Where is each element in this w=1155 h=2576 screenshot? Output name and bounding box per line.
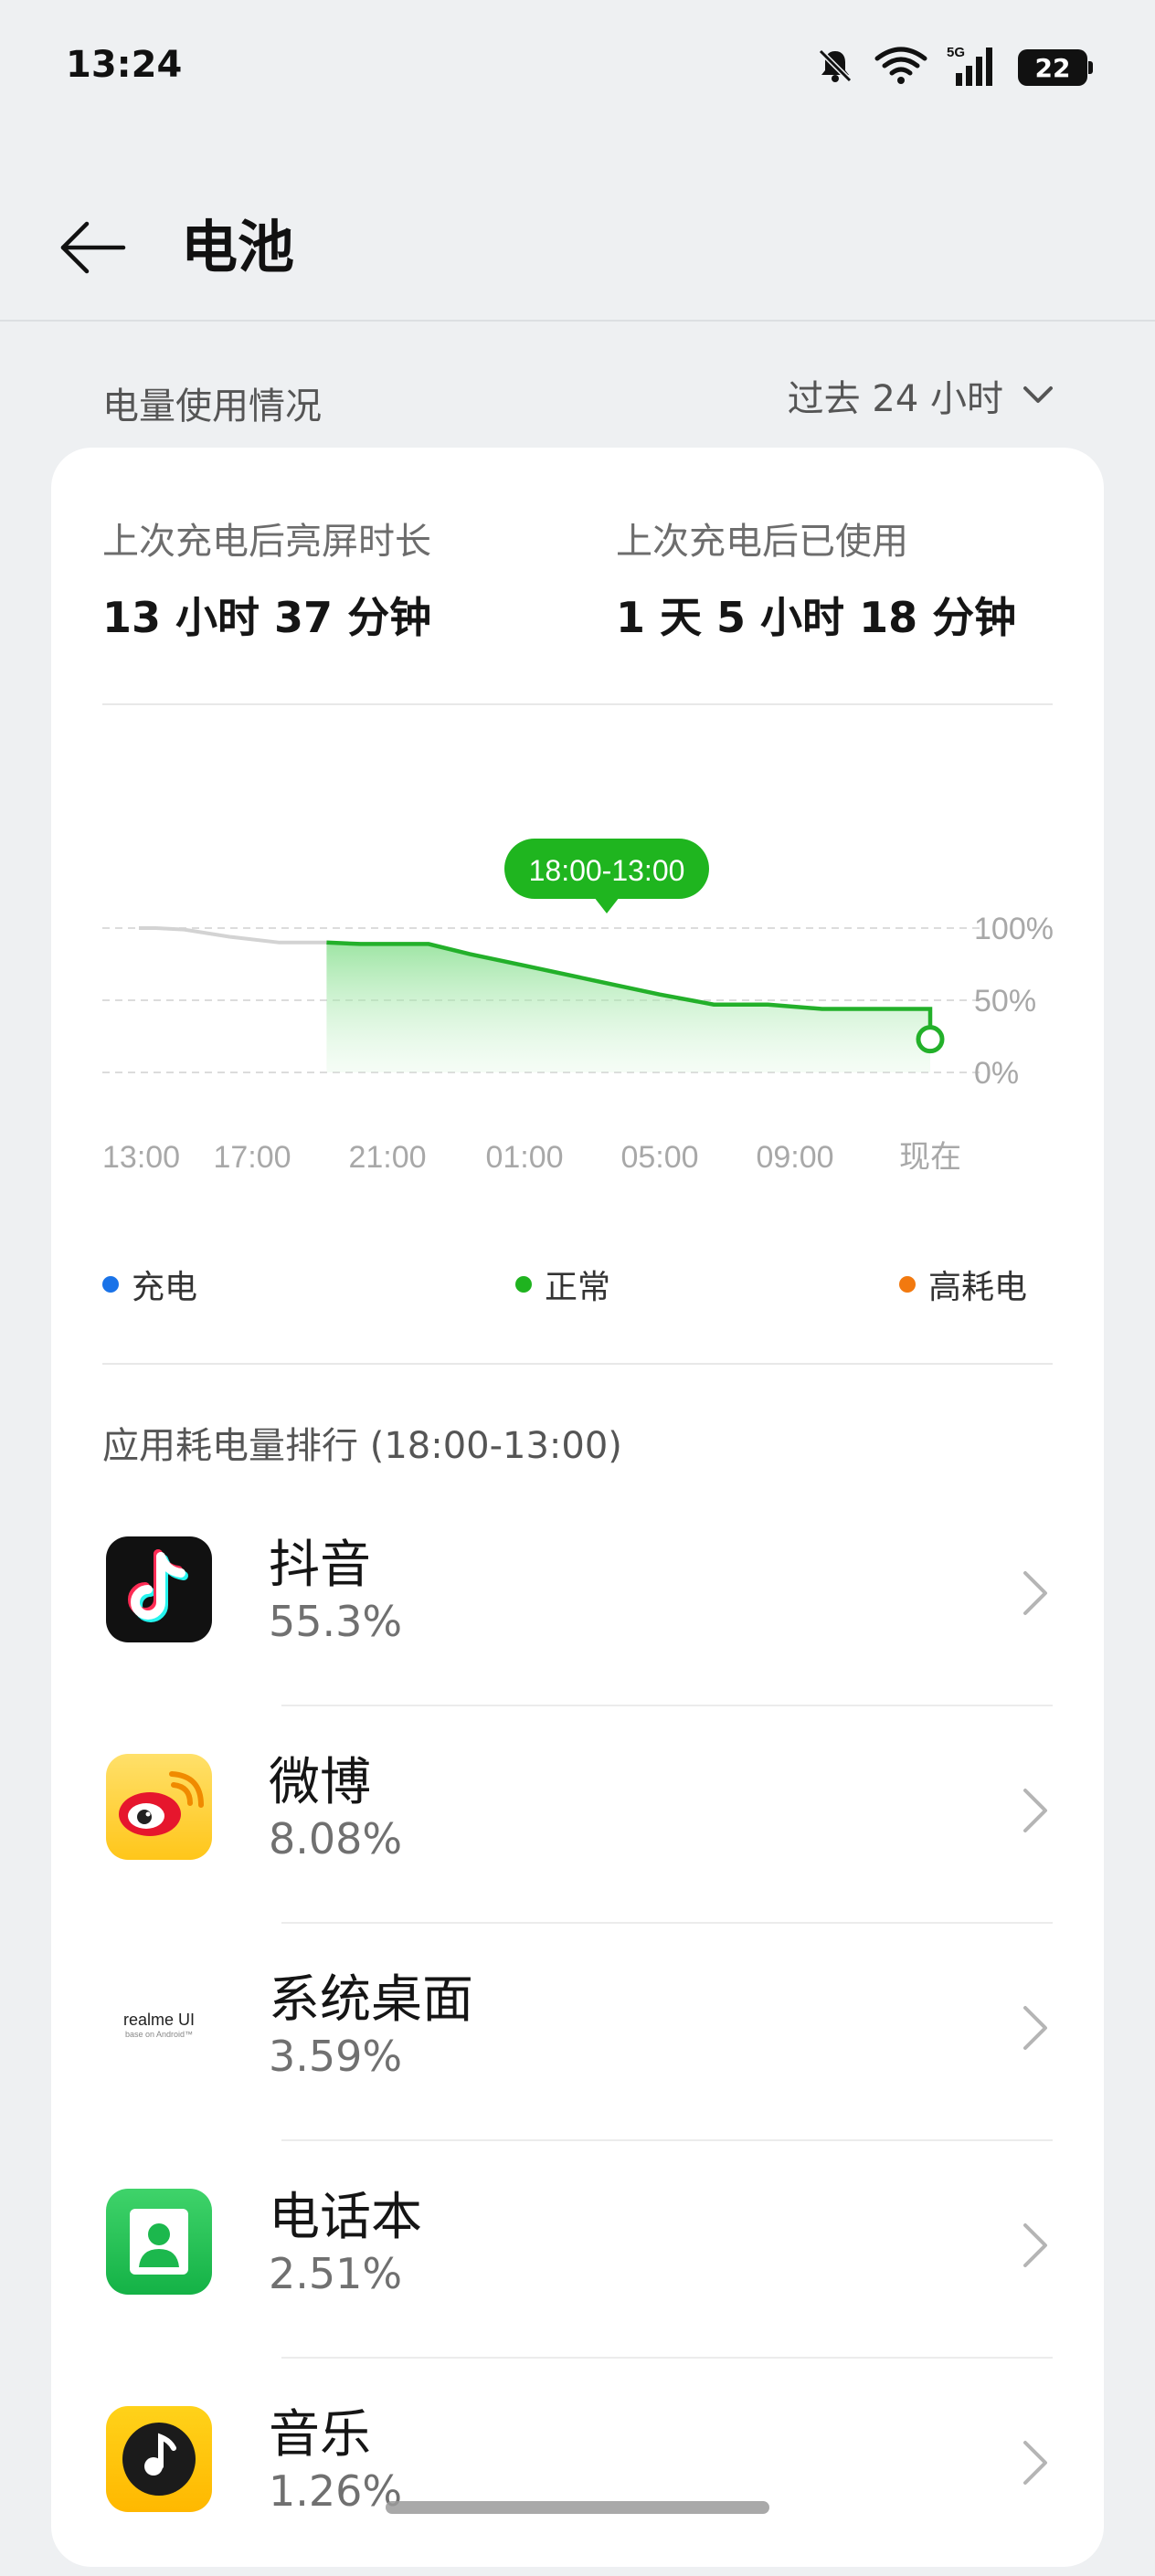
stat-label: 上次充电后已使用 [616,521,908,563]
current-level-marker [916,1025,945,1054]
music-icon [106,2406,212,2512]
svg-text:5G: 5G [947,45,965,60]
app-row-music[interactable]: 音乐 1.26% [51,2359,1104,2576]
battery-line-before [139,926,327,945]
battery-chart[interactable]: 100% 50% 0% 18:00-13:00 13:00 17:00 21:00 01:… [51,740,1104,1175]
chevron-right-icon [1023,1571,1047,1615]
app-name: 音乐 [269,2405,371,2465]
battery-chart-svg: 100% 50% 0% 18:00-13:00 13:00 17:00 21:00 01:… [102,839,1054,1175]
app-name: 抖音 [269,1536,371,1595]
status-bar: 13:24 5G 22 [0,0,1155,137]
legend-dot [102,1276,119,1293]
app-percent: 55.3% [269,1597,403,1646]
realme-ui-icon: realme UI base on Android™ [106,1971,212,2077]
stat-value: 13 小时 37 分钟 [102,593,432,642]
legend-label: 正常 [545,1269,611,1306]
app-percent: 3.59% [269,2032,403,2081]
icon-subtext: base on Android™ [124,2029,194,2039]
cellular-5g-icon: 5G [947,44,1000,91]
icon-text: realme UI [122,2010,196,2029]
app-row-system-launcher[interactable]: realme UI base on Android™ 系统桌面 3.59% [51,1924,1104,2141]
legend-label: 高耗电 [928,1269,1028,1306]
app-row-contacts[interactable]: 电话本 2.51% [51,2141,1104,2359]
chevron-right-icon [1023,2223,1047,2267]
y-tick-label: 0% [974,1056,1019,1091]
x-tick-label: 现在 [899,1140,961,1169]
divider [102,1363,1053,1365]
stat-label: 上次充电后亮屏时长 [102,521,431,563]
x-tick-label: 09:00 [756,1140,833,1169]
app-row-weibo[interactable]: 微博 8.08% [51,1706,1104,1924]
legend-dot [899,1276,916,1293]
app-ranking-title: 应用耗电量排行 (18:00-13:00) [102,1425,622,1467]
x-tick-label: 17:00 [213,1140,291,1169]
wifi-icon [874,46,928,90]
stat-value: 1 天 5 小时 18 分钟 [616,593,1017,642]
battery-level: 22 [1034,52,1071,83]
app-percent: 2.51% [269,2249,403,2298]
chevron-right-icon [1023,1789,1047,1832]
legend-dot [515,1276,532,1293]
y-tick-label: 50% [974,984,1036,1019]
battery-icon: 22 [1018,49,1093,86]
divider [102,703,1053,705]
selection-tooltip-label: 18:00-13:00 [529,854,685,887]
usage-time-stat: 上次充电后已使用 1 天 5 小时 18 分钟 [616,512,1016,645]
screen-on-time-stat: 上次充电后亮屏时长 13 小时 37 分钟 [102,512,431,645]
status-icons: 5G 22 [815,44,1093,91]
app-row-douyin[interactable]: 抖音 55.3% [51,1489,1104,1706]
back-button[interactable] [51,206,133,289]
selection-tooltip: 18:00-13:00 [504,839,709,913]
app-name: 电话本 [269,2188,422,2247]
battery-card: 上次充电后亮屏时长 13 小时 37 分钟 上次充电后已使用 1 天 5 小时 … [51,448,1104,2567]
page-title: 电池 [181,214,295,280]
legend-item-charging: 充电 [102,1261,197,1308]
contacts-icon [106,2189,212,2295]
home-indicator[interactable] [386,2501,769,2514]
usage-section-label: 电量使用情况 [102,385,322,428]
x-tick-label: 21:00 [348,1140,426,1169]
app-header: 电池 [0,192,1155,322]
legend-label: 充电 [132,1269,198,1306]
x-tick-label: 13:00 [102,1140,180,1169]
chevron-right-icon [1023,2441,1047,2485]
status-time: 13:24 [66,44,183,86]
y-tick-label: 100% [974,912,1054,946]
app-percent: 1.26% [269,2466,403,2516]
legend-item-high-drain: 高耗电 [899,1261,1027,1308]
period-label: 过去 24 小时 [787,378,1003,420]
chevron-right-icon [1023,2006,1047,2050]
tiktok-icon [106,1536,212,1642]
back-arrow-icon [60,221,126,274]
app-name: 微博 [269,1753,371,1812]
chevron-down-icon [1023,386,1053,403]
x-tick-label: 01:00 [485,1140,563,1169]
app-percent: 8.08% [269,1814,403,1863]
mute-icon [815,46,855,90]
period-selector[interactable]: 过去 24 小时 [788,369,1054,422]
legend-item-normal: 正常 [515,1261,610,1308]
x-tick-label: 05:00 [620,1140,698,1169]
weibo-icon [106,1754,212,1860]
app-name: 系统桌面 [269,1970,473,2030]
